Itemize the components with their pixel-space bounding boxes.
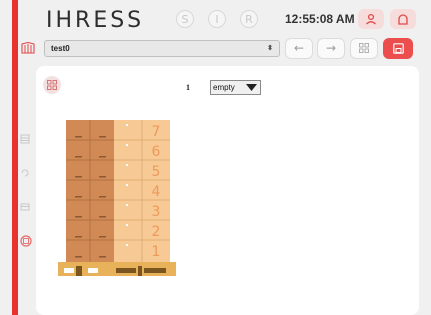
layer-label-2: 2 [152, 224, 161, 240]
layers-icon[interactable] [20, 134, 30, 144]
pallet-stack: 7 6 5 4 3 2 1 [58, 120, 176, 276]
product-select[interactable]: test0 ⬍ [44, 40, 280, 57]
pallet-icon [21, 42, 35, 54]
layer-label-7: 7 [152, 124, 161, 140]
layer-count: 1 [186, 83, 190, 92]
clock: 12:55:08 AM [285, 12, 355, 26]
select-updown-icon: ⬍ [267, 45, 273, 52]
back-button[interactable]: ← [285, 38, 313, 59]
user-icon [366, 13, 376, 25]
chevron-down-icon [246, 84, 257, 91]
product-select-value: test0 [51, 44, 70, 53]
home-button[interactable] [390, 9, 416, 29]
grid-icon [359, 43, 369, 53]
layer-label-1: 1 [152, 244, 161, 260]
save-icon [392, 43, 404, 54]
pattern-icon[interactable] [20, 235, 32, 247]
box-icon[interactable] [20, 202, 30, 212]
pallet-view-panel: 1 empty 7 6 5 4 3 2 1 [36, 66, 419, 315]
brand-logo: IHRESS [46, 8, 145, 33]
save-button[interactable] [383, 38, 413, 59]
layer-label-5: 5 [152, 164, 161, 180]
user-button[interactable] [358, 9, 384, 29]
layer-select-value: empty [213, 83, 235, 92]
layer-label-4: 4 [152, 184, 161, 200]
layer-label-6: 6 [152, 144, 161, 160]
layout-button[interactable] [43, 76, 61, 94]
mode-r-button[interactable]: R [240, 10, 258, 28]
grid-view-button[interactable] [350, 38, 378, 59]
mode-s-button[interactable]: S [176, 10, 194, 28]
layer-label-3: 3 [152, 204, 161, 220]
mode-i-button[interactable]: I [208, 10, 226, 28]
forward-button[interactable]: → [317, 38, 345, 59]
arrow-right-icon: → [325, 41, 337, 55]
rotate-icon[interactable] [20, 168, 30, 178]
home-icon [398, 14, 408, 25]
accent-stripe [12, 0, 18, 315]
grid-icon [47, 80, 57, 90]
arrow-left-icon: ← [293, 41, 305, 55]
layer-select[interactable]: empty [210, 80, 261, 95]
